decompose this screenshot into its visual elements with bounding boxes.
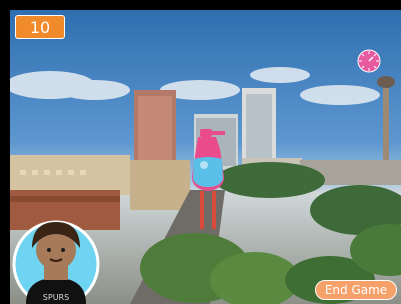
end-game-button[interactable]: End Game xyxy=(315,280,397,300)
game-frame: SPURS 10 End Game xyxy=(0,0,401,304)
score-counter: 10 xyxy=(15,15,65,39)
clock-icon xyxy=(357,49,381,73)
player-avatar: SPURS xyxy=(12,220,100,304)
bottle-character[interactable] xyxy=(190,129,230,231)
shirt-text: SPURS xyxy=(43,293,69,302)
